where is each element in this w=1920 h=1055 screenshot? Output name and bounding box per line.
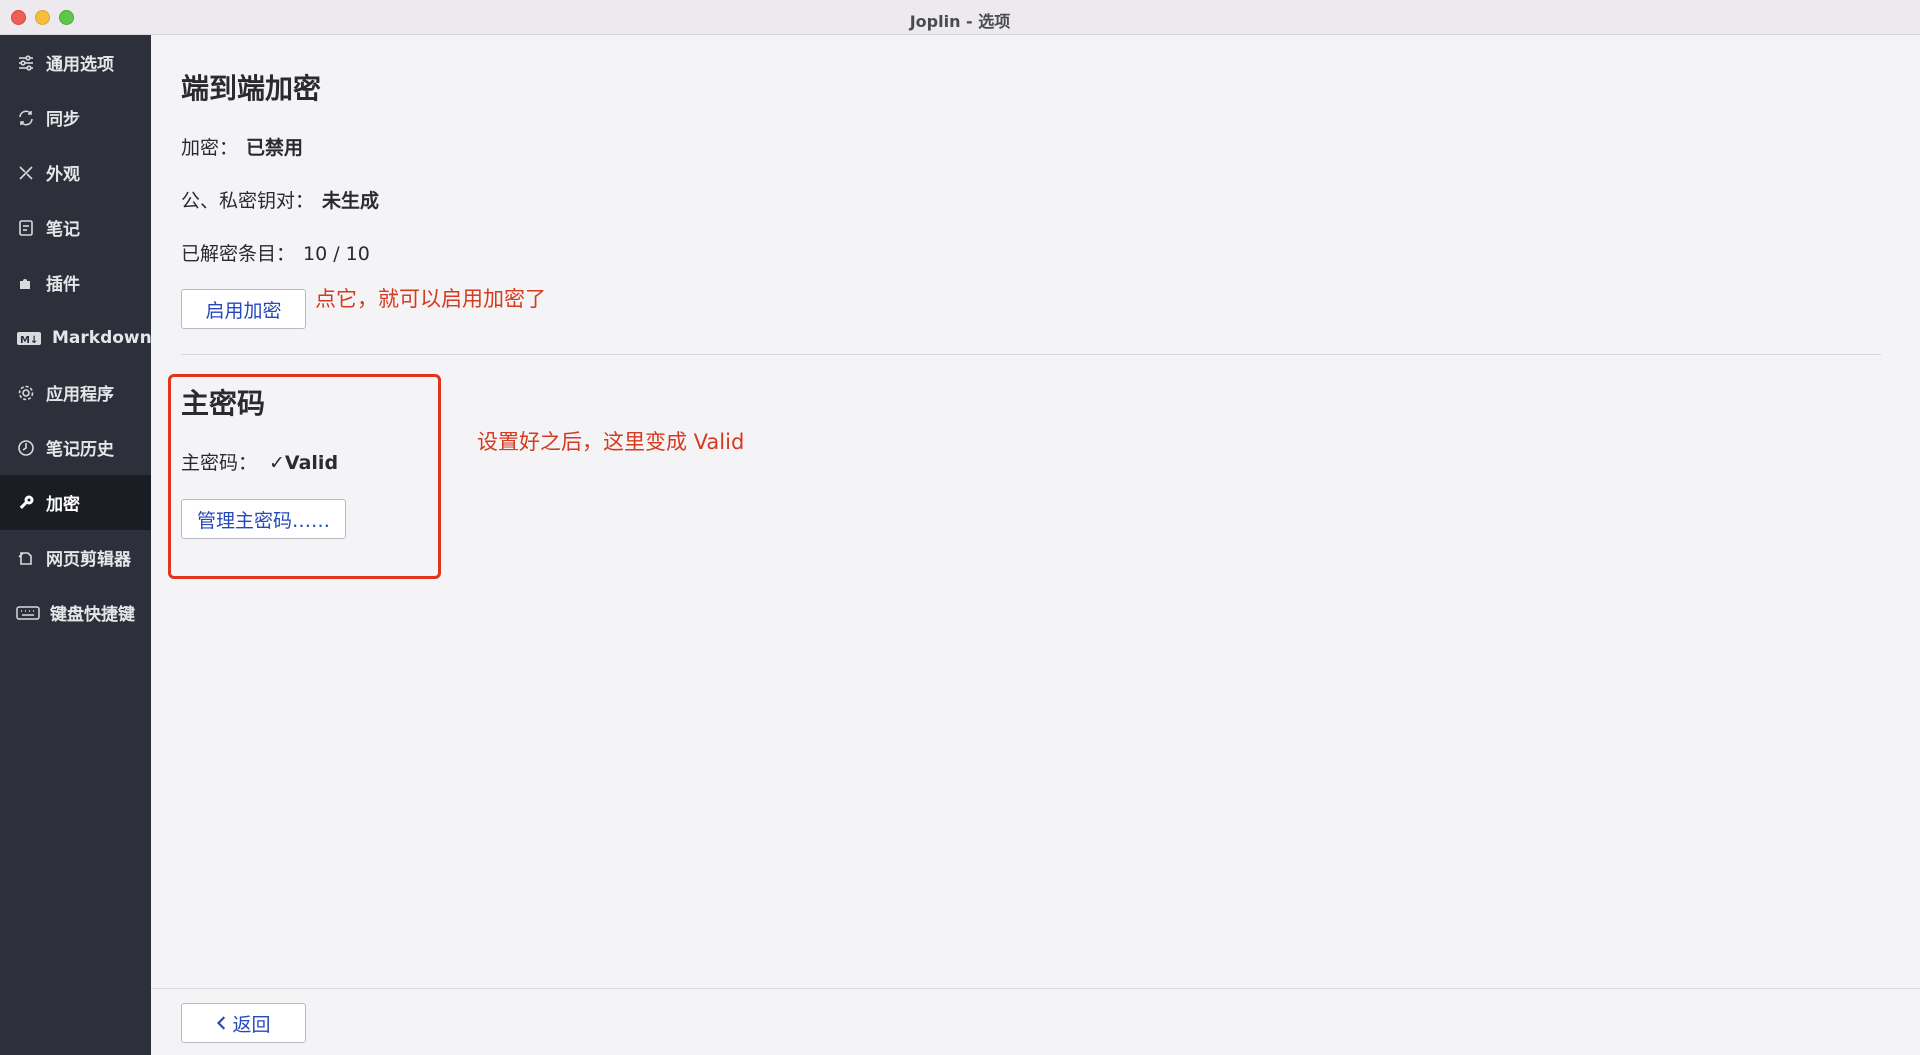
back-button-label: 返回: [232, 1013, 271, 1036]
sidebar-item-label: 笔记: [46, 220, 80, 240]
svg-text:M↓: M↓: [20, 335, 38, 346]
keypair-status-value: 未生成: [322, 190, 380, 212]
master-password-annotation: 设置好之后，这里变成 Valid: [477, 430, 745, 454]
master-password-status: ✓Valid: [269, 452, 339, 474]
master-password-label: 主密码：: [181, 452, 258, 474]
gear-icon: [16, 383, 36, 403]
key-icon: [16, 493, 36, 513]
window-title: Joplin - 选项: [909, 12, 1011, 31]
sidebar-item-keyboard-shortcuts[interactable]: 键盘快捷键: [0, 585, 151, 640]
enable-encryption-button[interactable]: 启用加密: [181, 289, 306, 329]
sidebar-item-label: 外观: [46, 165, 80, 185]
decrypted-items-value: 10 / 10: [303, 243, 370, 265]
sidebar-item-sync[interactable]: 同步: [0, 90, 151, 145]
encryption-status-value: 已禁用: [246, 137, 304, 159]
manage-master-password-button[interactable]: 管理主密码……: [181, 499, 346, 539]
chevron-left-icon: [216, 1015, 226, 1031]
settings-sidebar: 通用选项 同步 外观 笔记 插件 M↓ Markdown 应用程序 笔记历史 加…: [0, 35, 152, 1055]
keypair-status-label: 公、私密钥对：: [181, 190, 315, 212]
title-bar: Joplin - 选项: [0, 0, 1920, 35]
sidebar-item-markdown[interactable]: M↓ Markdown: [0, 310, 152, 365]
note-icon: [16, 218, 36, 238]
sliders-icon: [16, 53, 36, 73]
sidebar-item-note-history[interactable]: 笔记历史: [0, 420, 151, 475]
e2ee-section-title: 端到端加密: [181, 72, 322, 105]
master-password-section-title: 主密码: [181, 387, 266, 420]
sidebar-item-general[interactable]: 通用选项: [0, 35, 151, 90]
settings-content: 端到端加密 加密： 已禁用 公、私密钥对： 未生成 已解密条目： 10 / 10 启用…: [151, 35, 1920, 1055]
decrypted-items-label: 已解密条目：: [181, 243, 296, 265]
sync-icon: [16, 108, 36, 128]
sidebar-item-application[interactable]: 应用程序: [0, 365, 151, 420]
sidebar-item-plugins[interactable]: 插件: [0, 255, 151, 310]
decrypted-items-row: 已解密条目： 10 / 10: [181, 239, 370, 266]
brush-icon: [16, 163, 36, 183]
enable-encryption-annotation: 点它，就可以启用加密了: [315, 287, 546, 311]
sidebar-item-label: 同步: [46, 110, 80, 130]
section-divider: [181, 354, 1881, 355]
footer-divider: [151, 988, 1920, 989]
markdown-icon: M↓: [16, 328, 42, 348]
puzzle-icon: [16, 273, 36, 293]
back-button[interactable]: 返回: [181, 1003, 306, 1043]
sidebar-item-label: 通用选项: [46, 55, 114, 75]
encryption-status-row: 加密： 已禁用: [181, 133, 303, 160]
master-password-status-row: 主密码： ✓Valid: [181, 448, 338, 475]
sidebar-item-note[interactable]: 笔记: [0, 200, 151, 255]
sidebar-item-label: 插件: [46, 275, 80, 295]
app-window: Joplin - 选项 通用选项 同步 外观 笔记 插件 M↓ Markdown…: [0, 0, 1920, 1055]
sidebar-item-web-clipper[interactable]: 网页剪辑器: [0, 530, 151, 585]
keyboard-icon: [16, 603, 40, 623]
sidebar-item-label: 应用程序: [46, 385, 114, 405]
sidebar-item-label: Markdown: [52, 327, 152, 348]
keypair-status-row: 公、私密钥对： 未生成: [181, 186, 379, 213]
sidebar-item-encryption[interactable]: 加密: [0, 475, 151, 530]
encryption-status-label: 加密：: [181, 137, 239, 159]
sidebar-item-label: 网页剪辑器: [46, 550, 131, 570]
sidebar-item-label: 笔记历史: [46, 440, 114, 460]
clipper-icon: [16, 548, 36, 568]
sidebar-item-label: 键盘快捷键: [50, 605, 135, 625]
sidebar-item-label: 加密: [46, 495, 80, 515]
sidebar-item-appearance[interactable]: 外观: [0, 145, 151, 200]
history-icon: [16, 438, 36, 458]
